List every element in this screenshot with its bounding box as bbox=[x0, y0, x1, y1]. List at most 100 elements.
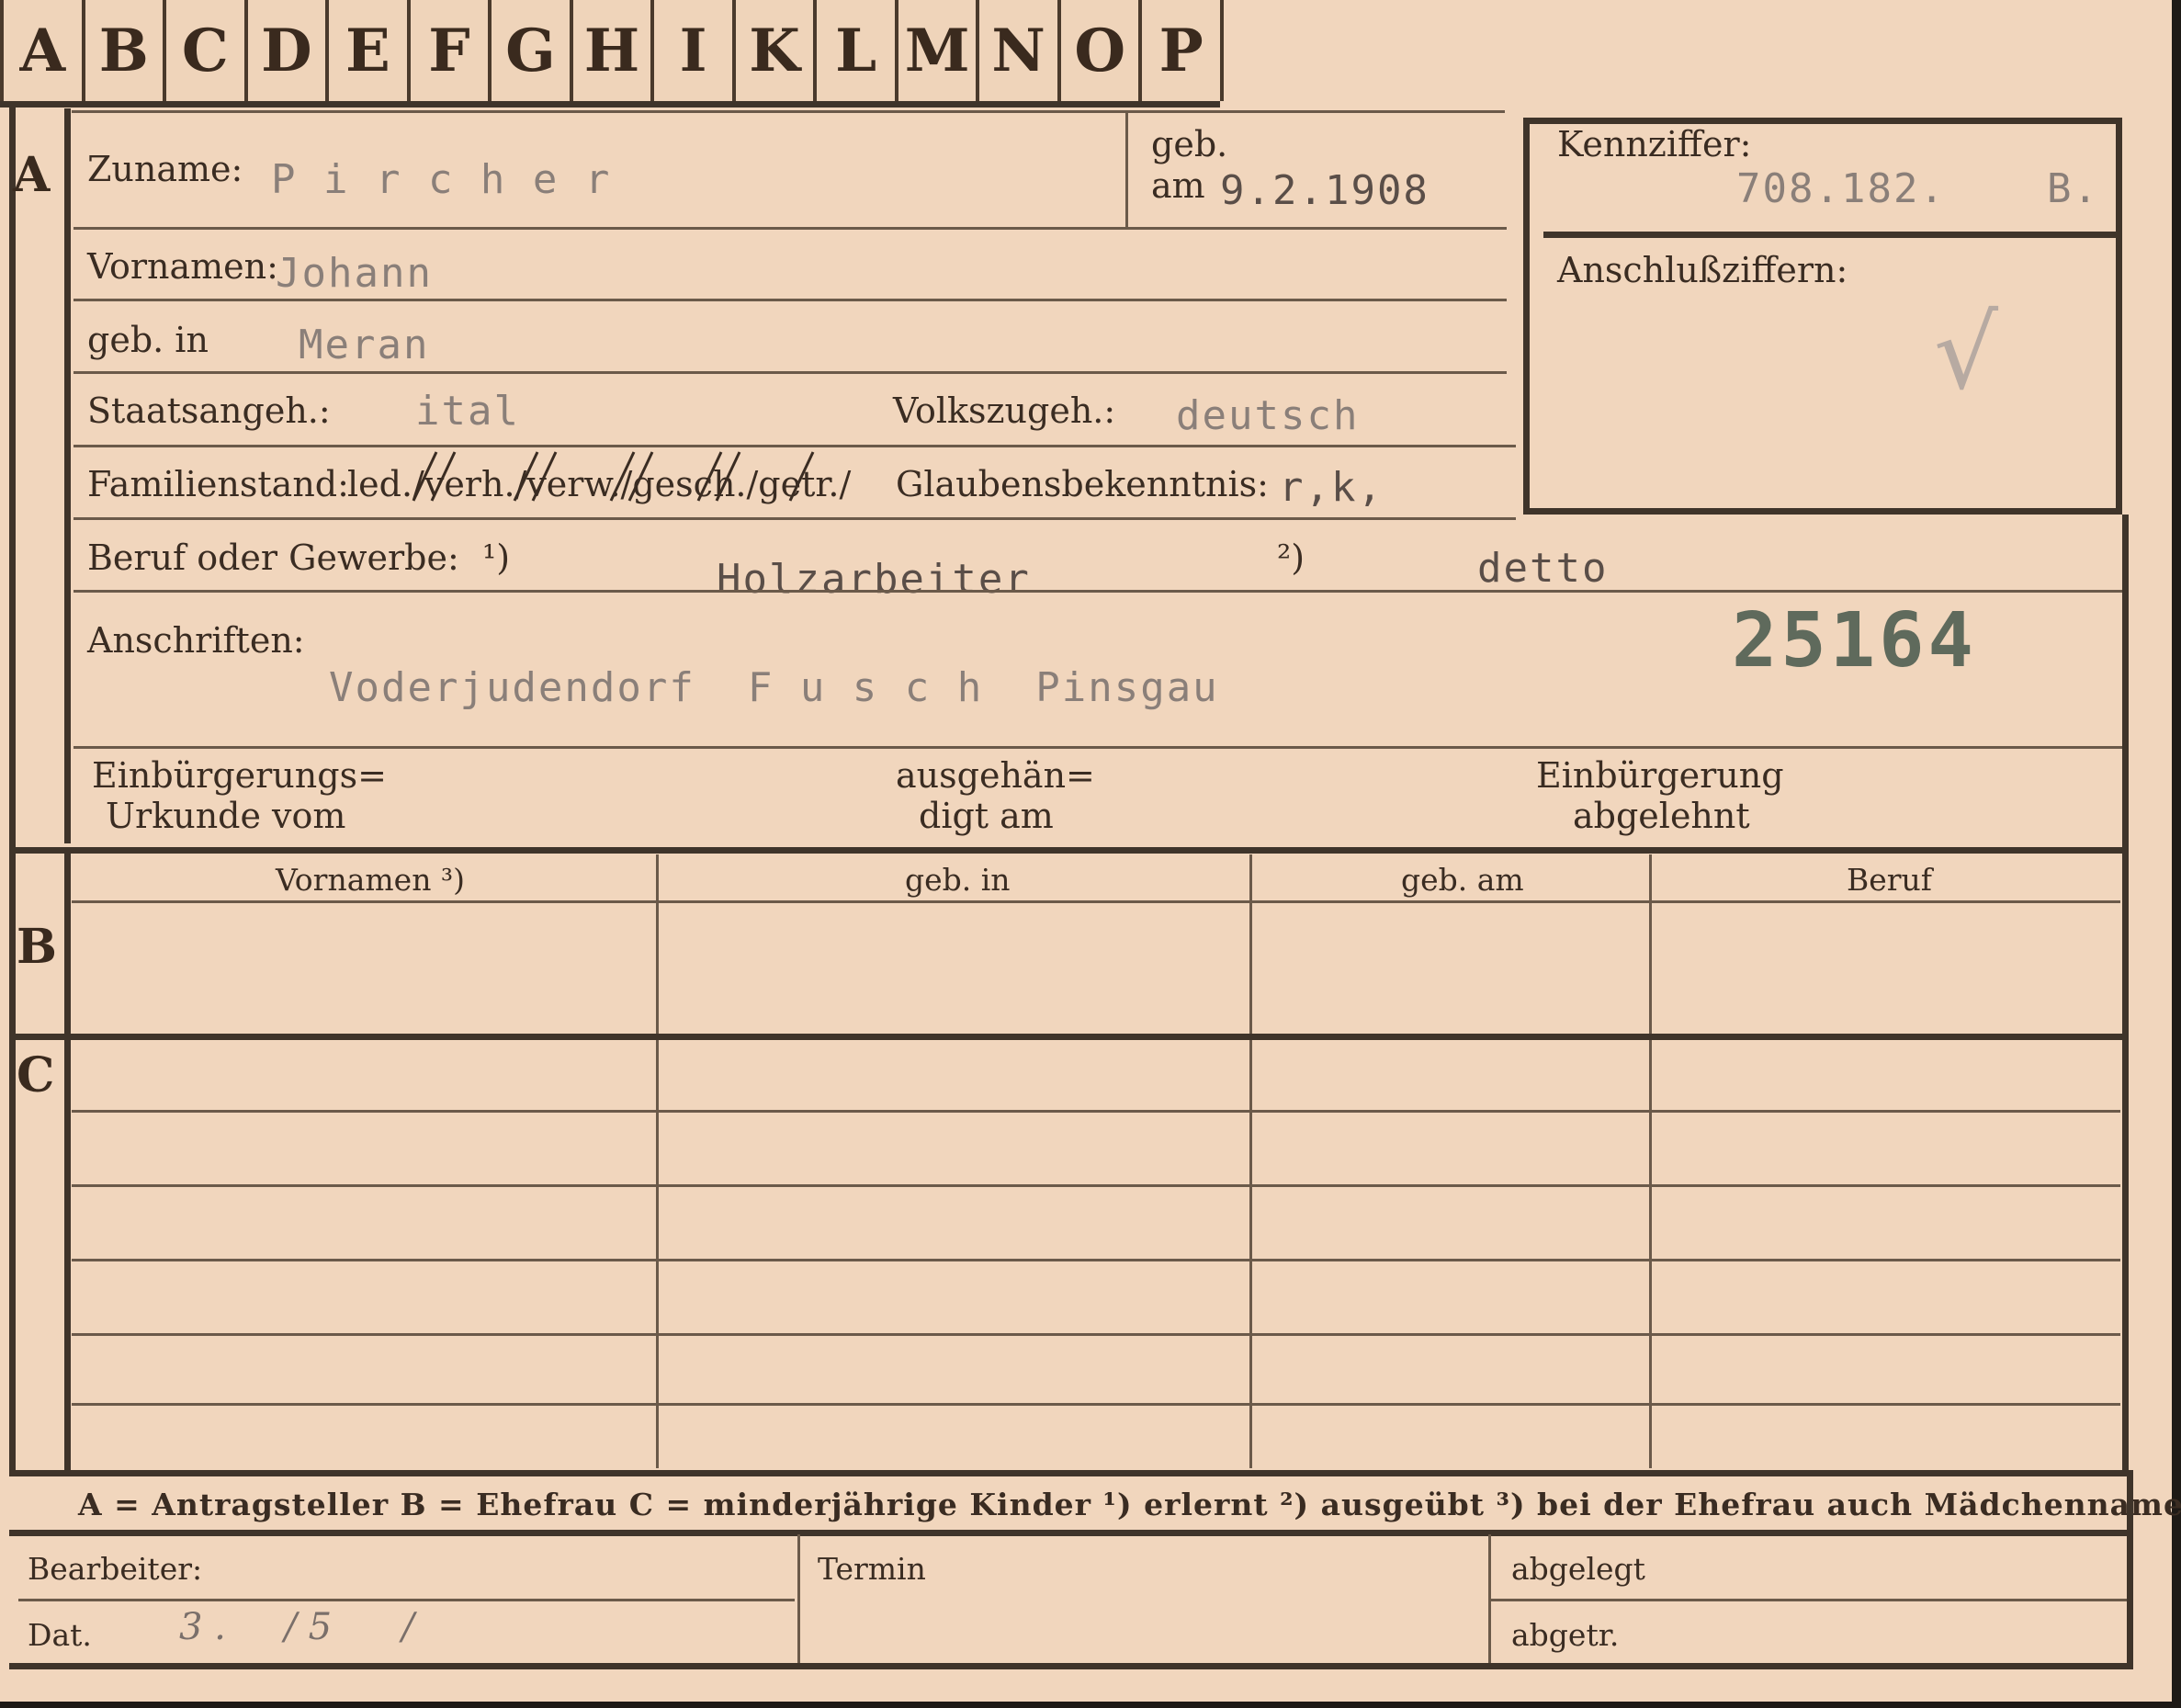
tab-m[interactable]: M bbox=[898, 0, 980, 101]
birthplace-label: geb. in bbox=[87, 320, 209, 360]
address-label: Anschriften: bbox=[87, 620, 305, 661]
handed-over-label-2: digt am bbox=[919, 796, 1054, 836]
dob-divider bbox=[1125, 112, 1128, 227]
row-rule-1 bbox=[73, 227, 1507, 230]
religion-label: Glaubensbekenntnis: bbox=[896, 464, 1269, 504]
table-header-birthdate: geb. am bbox=[1401, 862, 1524, 898]
id-value: 708.182. bbox=[1736, 165, 1946, 212]
handed-over-label-1: ausgehän= bbox=[896, 755, 1095, 796]
dob-label-bottom: am bbox=[1151, 165, 1205, 206]
table-header-birthplace: geb. in bbox=[905, 862, 1011, 898]
occupation-footnote-1: ¹) bbox=[482, 537, 511, 578]
tab-f[interactable]: F bbox=[410, 0, 492, 101]
table-col-divider-1 bbox=[656, 854, 659, 1468]
legend: A = Antragsteller B = Ehefrau C = minder… bbox=[78, 1487, 2181, 1522]
clerk-label: Bearbeiter: bbox=[28, 1551, 203, 1587]
children-row-rule-4 bbox=[72, 1333, 2120, 1336]
footer-bottom-rule bbox=[9, 1663, 2131, 1669]
naturalization-denied-label-2: abgelehnt bbox=[1573, 796, 1750, 836]
tab-d[interactable]: D bbox=[247, 0, 330, 101]
surname-label: Zuname: bbox=[87, 149, 243, 189]
religion-value: r,k, bbox=[1279, 464, 1384, 511]
registration-card: ABCDEFGHIKLMNOP A Kennziffer: 708.182. B… bbox=[0, 0, 2181, 1702]
filed-label: abgelegt bbox=[1511, 1551, 1645, 1587]
file-number-stamp: 25164 bbox=[1732, 597, 1977, 684]
address-value: Voderjudendorf F u s c h Pinsgau bbox=[329, 664, 1219, 711]
alphabet-tab-bar: ABCDEFGHIKLMNOP bbox=[0, 0, 1224, 101]
surname-value: P i r c h e r bbox=[271, 156, 612, 203]
occupation-label: Beruf oder Gewerbe: bbox=[87, 537, 459, 578]
tab-n[interactable]: N bbox=[979, 0, 1061, 101]
deadline-label: Termin bbox=[818, 1551, 926, 1587]
section-c-letter: C bbox=[17, 1047, 55, 1103]
marital-status-label: Familienstand: bbox=[87, 464, 349, 504]
firstnames-label: Vornamen: bbox=[87, 246, 278, 287]
occupation-learned: Holzarbeiter bbox=[717, 556, 1031, 603]
legend-bottom-rule bbox=[9, 1530, 2131, 1536]
left-border bbox=[9, 106, 16, 1470]
footer-divider-1 bbox=[797, 1534, 800, 1663]
naturalization-cert-label-1: Einbürgerungs= bbox=[92, 755, 387, 796]
table-col-divider-3 bbox=[1649, 854, 1652, 1468]
section-a-letter: A bbox=[13, 147, 51, 203]
date-value: 3 . / 5 / bbox=[179, 1606, 414, 1648]
firstnames-value: Johann bbox=[276, 250, 433, 297]
tab-i[interactable]: I bbox=[654, 0, 736, 101]
tab-c[interactable]: C bbox=[166, 0, 248, 101]
date-label: Dat. bbox=[28, 1617, 92, 1653]
table-col-divider-2 bbox=[1249, 854, 1252, 1468]
table-header-rule bbox=[72, 900, 2120, 903]
occupation-practiced: detto bbox=[1477, 545, 1609, 592]
tab-b[interactable]: B bbox=[85, 0, 167, 101]
check-mark: √ bbox=[1934, 294, 1999, 412]
children-row-rule-5 bbox=[72, 1403, 2120, 1406]
right-border bbox=[2122, 515, 2129, 1470]
naturalization-cert-label-2: Urkunde vom bbox=[106, 796, 346, 836]
children-row-rule-2 bbox=[72, 1184, 2120, 1187]
table-header-firstnames: Vornamen ³) bbox=[276, 862, 466, 898]
dob-value: 9.2.1908 bbox=[1220, 167, 1430, 214]
children-row-rule-3 bbox=[72, 1259, 2120, 1261]
tab-p[interactable]: P bbox=[1142, 0, 1224, 101]
children-row-rule-1 bbox=[72, 1110, 2120, 1113]
row-rule-5 bbox=[73, 517, 1516, 520]
ethnicity-value: deutsch bbox=[1176, 392, 1360, 439]
tab-bar-bottom-rule bbox=[0, 101, 1220, 107]
table-header-occupation: Beruf bbox=[1847, 862, 1933, 898]
dispatched-label: abgetr. bbox=[1511, 1617, 1620, 1653]
section-b-letter: B bbox=[17, 919, 57, 975]
row-rule-6 bbox=[73, 590, 2122, 593]
citizenship-value: ital bbox=[415, 388, 520, 435]
tab-l[interactable]: L bbox=[817, 0, 898, 101]
id-suffix: B. bbox=[2047, 165, 2099, 212]
naturalization-denied-label-1: Einbürgerung bbox=[1536, 755, 1784, 796]
ethnicity-label: Volkszugeh.: bbox=[893, 390, 1116, 431]
tab-a[interactable]: A bbox=[4, 0, 85, 101]
tab-k[interactable]: K bbox=[735, 0, 818, 101]
legend-top-rule bbox=[9, 1470, 2131, 1476]
section-b-top-rule bbox=[9, 847, 2127, 854]
id-label: Kennziffer: bbox=[1557, 124, 1752, 164]
footer-right-border bbox=[2127, 1470, 2133, 1669]
section-c-top-rule bbox=[9, 1034, 2127, 1040]
row-rule-2 bbox=[73, 299, 1507, 301]
dob-label-top: geb. bbox=[1151, 124, 1228, 164]
section-bc-divider bbox=[64, 850, 71, 1470]
citizenship-label: Staatsangeh.: bbox=[87, 390, 331, 431]
birthplace-value: Meran bbox=[299, 322, 430, 368]
marital-strikeouts bbox=[412, 451, 815, 502]
tab-g[interactable]: G bbox=[492, 0, 573, 101]
section-a-divider bbox=[64, 108, 71, 843]
row-rule-7 bbox=[73, 746, 2122, 749]
clerk-rule bbox=[18, 1599, 795, 1601]
id-box-divider bbox=[1543, 232, 2118, 238]
filed-rule bbox=[1490, 1599, 2129, 1601]
top-rule bbox=[72, 110, 1505, 113]
tab-e[interactable]: E bbox=[329, 0, 411, 101]
tab-h[interactable]: H bbox=[572, 0, 655, 101]
occupation-footnote-2: ²) bbox=[1277, 537, 1305, 578]
row-rule-3 bbox=[73, 371, 1507, 374]
reference-numbers-label: Anschlußziffern: bbox=[1557, 250, 1848, 290]
tab-o[interactable]: O bbox=[1060, 0, 1143, 101]
row-rule-4 bbox=[73, 445, 1516, 447]
